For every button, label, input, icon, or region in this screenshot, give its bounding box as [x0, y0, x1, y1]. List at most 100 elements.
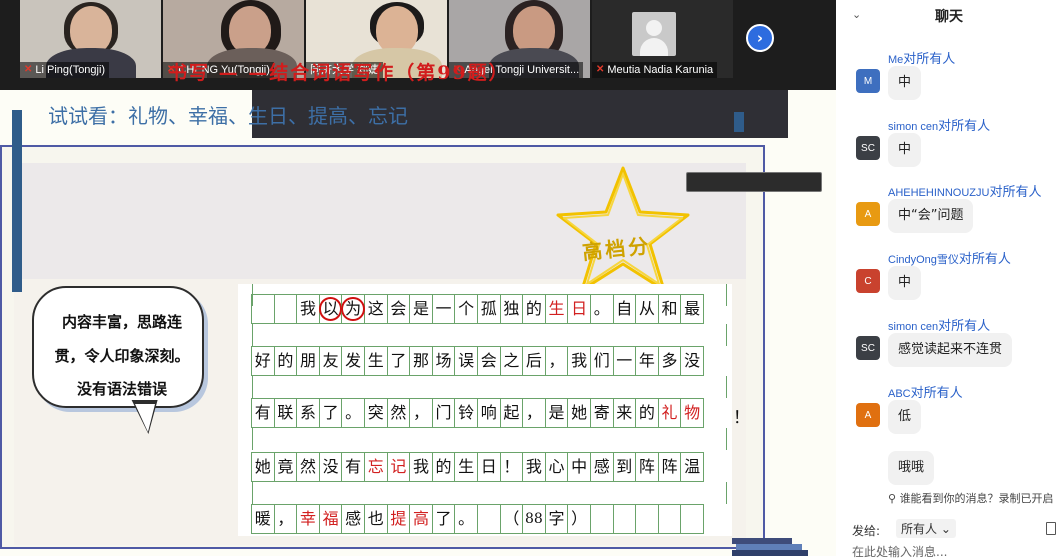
grid-cell: 我 — [567, 346, 591, 376]
chat-message-header: simon cen对所有人 — [888, 115, 990, 134]
grid-cell: 会 — [476, 346, 501, 376]
grid-cell: （ — [499, 504, 524, 534]
grid-cell: 友 — [318, 346, 343, 376]
chat-panel: ⌄ 聊天 Me对所有人 M 中 simon cen对所有人 SC 中 AHEHEHINNOU… — [836, 0, 1062, 559]
grid-cell — [612, 504, 637, 534]
grid-cell: 孤 — [476, 294, 501, 324]
send-to-dropdown[interactable]: 所有人 ⌄ — [896, 519, 956, 538]
grid-cell: 提 — [386, 504, 411, 534]
participant-face — [376, 6, 418, 54]
grid-cell: 和 — [657, 294, 682, 324]
bubble-line-2: 贯，令人印象深刻。 — [54, 347, 190, 365]
chat-message-header: Me对所有人 — [888, 48, 955, 67]
grid-cell: ， — [544, 346, 569, 376]
grid-cell: 。 — [589, 294, 614, 324]
chat-message-input[interactable]: 在此处输入消息... — [852, 543, 947, 560]
chat-message-text: 中“会”问题 — [888, 199, 974, 233]
participant-face — [513, 6, 555, 54]
mic-muted-icon: ✕ — [596, 64, 605, 75]
chat-sender-name: CindyOng雪仪 — [888, 254, 959, 266]
grid-cell: 后 — [522, 346, 546, 376]
grid-cell: 她 — [251, 452, 275, 482]
grid-cell: 我 — [296, 294, 320, 324]
grid-cell: 们 — [589, 346, 614, 376]
grid-cell: 中 — [567, 452, 591, 482]
grid-cell: 是 — [544, 398, 569, 428]
next-participants-button[interactable]: › — [746, 24, 774, 52]
chat-message-text: 中 — [888, 266, 922, 300]
grid-row-2: 好的朋友发生了那场误会之后，我们一年多没 — [251, 346, 704, 376]
chat-recipient-label: 对所有人 — [938, 118, 991, 133]
participant-face — [70, 6, 112, 54]
participant-face — [229, 6, 271, 54]
avatar: SC — [856, 136, 880, 160]
grid-cell — [680, 504, 704, 534]
grid-cell: 感 — [341, 504, 365, 534]
chat-message-header: simon cen对所有人 — [888, 315, 990, 334]
grid-row-gap — [252, 428, 727, 450]
grid-cell: ， — [409, 398, 433, 428]
chat-header: ⌄ 聊天 — [836, 0, 1062, 30]
message-visibility-note[interactable]: ⚲ 谁能看到你的消息？录制已开启 — [888, 490, 1054, 506]
floating-control-bar[interactable] — [686, 172, 822, 192]
grid-cell: 的 — [635, 398, 659, 428]
grid-cell: 生 — [363, 346, 388, 376]
grid-cell — [251, 294, 275, 324]
grid-cell — [476, 504, 501, 534]
bubble-line-3: 没有语法错误 — [76, 380, 167, 398]
grid-row-1: 我以为这会是一个孤独的生日。自从和最 — [251, 294, 704, 324]
chevron-down-icon: ⌄ — [940, 522, 951, 536]
grid-cell: 有 — [341, 452, 365, 482]
chat-message-text: 中 — [888, 66, 922, 100]
grid-cell: 多 — [657, 346, 682, 376]
grid-cell: 日 — [567, 294, 591, 324]
chat-message-text: 低 — [888, 400, 922, 434]
chat-message-text: 中 — [888, 133, 922, 167]
participant-tile-5[interactable]: ✕ Meutia Nadia Karunia — [592, 0, 733, 78]
grid-cell: 为 — [341, 294, 365, 324]
visibility-text: 谁能看到你的消息？录制已开启 — [899, 492, 1054, 505]
grid-cell: 福 — [318, 504, 343, 534]
grid-cell: 的 — [273, 346, 298, 376]
grid-cell: 忘 — [363, 452, 388, 482]
grid-cell: ！ — [499, 452, 524, 482]
star-badge-icon — [556, 166, 690, 292]
grid-cell: 好 — [251, 346, 275, 376]
speech-bubble-tail-fill — [135, 404, 159, 432]
grid-cell: 寄 — [589, 398, 614, 428]
grid-cell: 的 — [431, 452, 456, 482]
grid-cell: 了 — [431, 504, 456, 534]
grid-cell: 个 — [454, 294, 478, 324]
grid-cell: 门 — [431, 398, 456, 428]
grid-cell: 礼 — [657, 398, 682, 428]
grid-cell: 我 — [522, 452, 546, 482]
grid-cell: 竟 — [273, 452, 298, 482]
chat-recipient-label: 对所有人 — [938, 318, 991, 333]
grid-cell: 突 — [363, 398, 388, 428]
grid-cell: 日 — [476, 452, 501, 482]
books-decoration-icon — [732, 538, 808, 556]
avatar: A — [856, 403, 880, 427]
send-to-label: 发给: — [852, 524, 881, 538]
chat-message-header: AHEHEHINNOUZJU对所有人 — [888, 181, 1041, 200]
grid-cell: 的 — [522, 294, 546, 324]
grid-cell: 阵 — [635, 452, 659, 482]
file-icon[interactable] — [1046, 522, 1056, 535]
grid-cell: 到 — [612, 452, 637, 482]
grid-cell: 来 — [612, 398, 637, 428]
bubble-line-1: 内容丰富，思路连 — [61, 313, 182, 331]
grid-cell: 。 — [341, 398, 365, 428]
participant-name: Meutia Nadia Karunia — [607, 64, 714, 76]
chat-message-header: CindyOng雪仪对所有人 — [888, 248, 1011, 267]
grid-cell: 暖 — [251, 504, 275, 534]
grid-cell: 年 — [635, 346, 659, 376]
grid-cell — [273, 294, 298, 324]
grid-cell: 高 — [409, 504, 433, 534]
avatar: C — [856, 269, 880, 293]
participant-tile-1[interactable]: ✕ Li Ping(Tongji) — [20, 0, 161, 78]
grid-cell: 从 — [635, 294, 659, 324]
chat-title: 聊天 — [935, 9, 963, 25]
grid-cell: 误 — [454, 346, 478, 376]
grid-cell: 字 — [544, 504, 569, 534]
grid-cell: 。 — [454, 504, 478, 534]
